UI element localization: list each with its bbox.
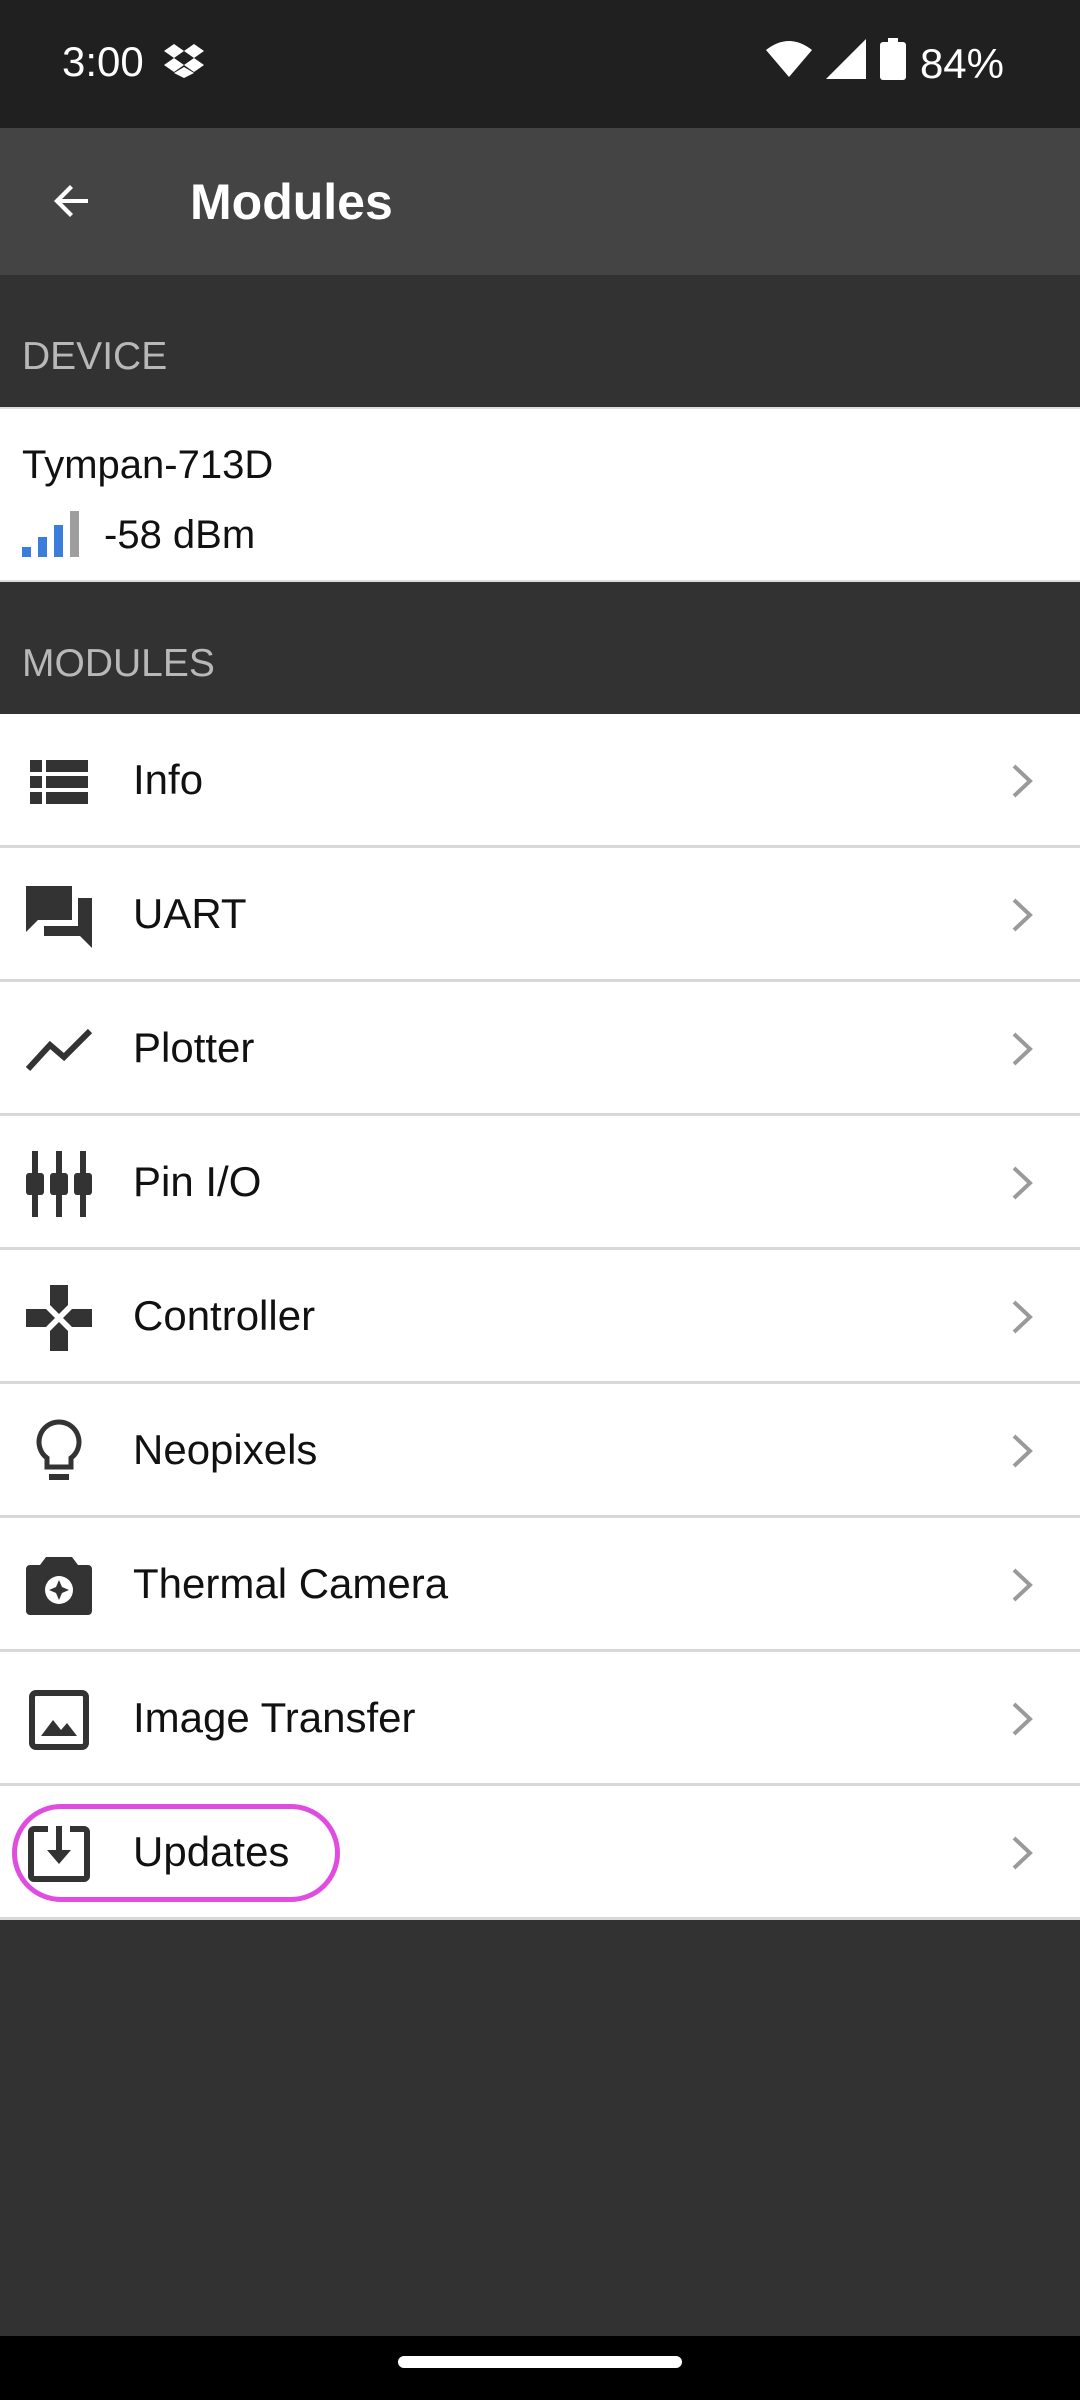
image-icon (24, 1685, 94, 1755)
module-item-thermal-camera[interactable]: Thermal Camera (0, 1518, 1080, 1652)
chevron-right-icon (1002, 1429, 1042, 1473)
rssi-value: -58 dBm (104, 513, 256, 557)
download-icon (24, 1819, 94, 1889)
wifi-icon (765, 40, 812, 88)
camera-icon (24, 1551, 94, 1621)
module-item-image-transfer[interactable]: Image Transfer (0, 1652, 1080, 1786)
module-item-uart[interactable]: UART (0, 848, 1080, 982)
status-bar: 3:00 84% (0, 0, 1080, 128)
module-label: Updates (133, 1827, 290, 1875)
lightbulb-icon (24, 1417, 94, 1487)
chat-icon (24, 881, 94, 951)
cell-signal-icon (825, 39, 866, 89)
arrow-back-icon (48, 177, 96, 230)
app-bar: Modules (0, 128, 1080, 275)
status-icons: 84% (765, 38, 1004, 90)
device-section-header: DEVICE (0, 275, 1080, 407)
battery-icon (879, 38, 906, 90)
module-list: Info UART Plotter Pin I/O Controller Neo… (0, 714, 1080, 1920)
back-button[interactable] (40, 171, 104, 235)
rssi-row: -58 dBm (22, 509, 255, 562)
module-item-info[interactable]: Info (0, 714, 1080, 848)
module-label: Image Transfer (133, 1693, 416, 1741)
chevron-right-icon (1002, 1161, 1042, 1205)
chevron-right-icon (1002, 1563, 1042, 1607)
chevron-right-icon (1002, 1831, 1042, 1875)
status-time: 3:00 (62, 38, 144, 85)
line-chart-icon (24, 1015, 94, 1085)
chevron-right-icon (1002, 759, 1042, 803)
signal-strength-icon (22, 509, 82, 562)
chevron-right-icon (1002, 1027, 1042, 1071)
module-item-updates[interactable]: Updates (0, 1786, 1080, 1920)
module-label: Neopixels (133, 1425, 318, 1473)
chevron-right-icon (1002, 1697, 1042, 1741)
module-item-neopixels[interactable]: Neopixels (0, 1384, 1080, 1518)
chevron-right-icon (1002, 893, 1042, 937)
page-title: Modules (190, 174, 393, 230)
device-card[interactable]: Tympan-713D -58 dBm (0, 407, 1080, 582)
module-label: Plotter (133, 1023, 255, 1071)
module-label: UART (133, 889, 247, 937)
dropbox-icon (164, 42, 204, 83)
module-label: Controller (133, 1291, 316, 1339)
modules-section-header: MODULES (0, 582, 1080, 714)
gamepad-icon (24, 1283, 94, 1353)
module-item-pin-io[interactable]: Pin I/O (0, 1116, 1080, 1250)
module-label: Pin I/O (133, 1157, 262, 1205)
list-icon (24, 747, 94, 817)
navigation-bar (0, 2336, 1080, 2400)
module-item-plotter[interactable]: Plotter (0, 982, 1080, 1116)
pins-icon (24, 1149, 94, 1219)
module-label: Info (133, 755, 204, 803)
home-handle[interactable] (398, 2356, 682, 2368)
battery-percent: 84% (919, 40, 1004, 87)
device-name: Tympan-713D (22, 443, 274, 487)
chevron-right-icon (1002, 1295, 1042, 1339)
module-item-controller[interactable]: Controller (0, 1250, 1080, 1384)
module-label: Thermal Camera (133, 1559, 449, 1607)
